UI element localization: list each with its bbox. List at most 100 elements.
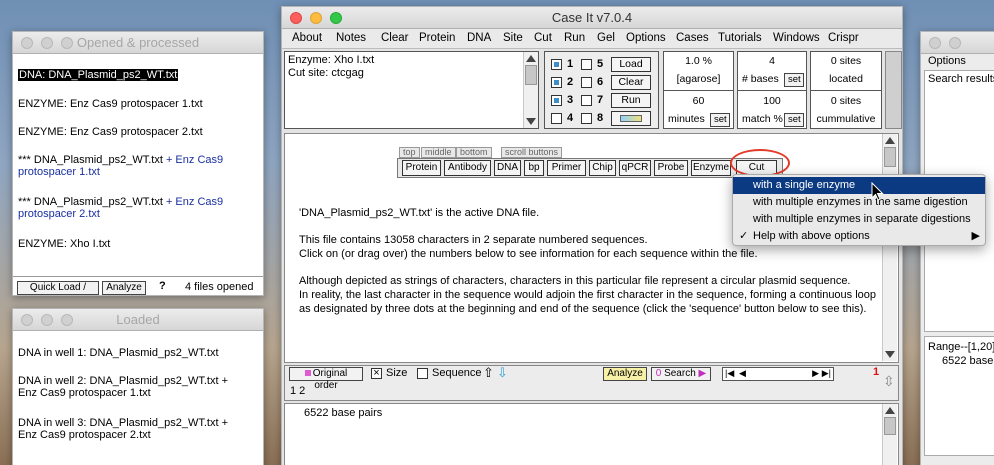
toolbar-probe-button[interactable]: Probe xyxy=(654,160,688,176)
menu-bar: About Notes Clear Protein DNA Site Cut R… xyxy=(282,29,902,49)
quick-load-run-button[interactable]: Quick Load / Run xyxy=(17,281,99,295)
toolbar-primer-button[interactable]: Primer xyxy=(547,160,586,176)
menu-item-single-enzyme[interactable]: with a single enzyme xyxy=(733,177,985,194)
well-1-checkbox[interactable] xyxy=(551,59,562,70)
base-label: 6522 base xyxy=(942,355,994,367)
toolbar-qpcr-button[interactable]: qPCR xyxy=(619,160,651,176)
sites-panel: 0 sites located 0 sites cummulative xyxy=(810,51,882,129)
up-arrow-icon[interactable]: ⇧ xyxy=(483,366,494,379)
list-item-dna-file[interactable]: DNA: DNA_Plasmid_ps2_WT.txt xyxy=(18,69,179,81)
opened-processed-window: Opened & processed DNA: DNA_Plasmid_ps2_… xyxy=(12,31,264,296)
menu-site[interactable]: Site xyxy=(503,32,523,44)
close-button[interactable] xyxy=(929,37,941,49)
menu-options[interactable]: Options xyxy=(626,32,666,44)
minimize-button[interactable] xyxy=(41,37,53,49)
match-value: 100 xyxy=(763,95,781,107)
checkmark-icon: ✓ xyxy=(739,230,749,242)
menu-cases[interactable]: Cases xyxy=(676,32,709,44)
match-set-button[interactable]: set xyxy=(784,113,804,127)
minutes-label: minutes xyxy=(668,113,705,125)
list-item-processed-2[interactable]: *** DNA_Plasmid_ps2_WT.txt + Enz Cas9 pr… xyxy=(18,196,223,220)
down-arrow-icon[interactable]: ⇩ xyxy=(497,366,508,379)
toolbar-protein-button[interactable]: Protein xyxy=(402,160,441,176)
minimize-button[interactable] xyxy=(41,314,53,326)
menu-gel[interactable]: Gel xyxy=(597,32,615,44)
well-7-checkbox[interactable] xyxy=(581,95,592,106)
sites-located-value: 0 sites xyxy=(830,55,862,67)
menu-notes[interactable]: Notes xyxy=(336,32,366,44)
close-button[interactable] xyxy=(290,12,302,24)
well-4-checkbox[interactable] xyxy=(551,113,562,124)
loaded-window: Loaded DNA in well 1: DNA_Plasmid_ps2_WT… xyxy=(12,308,264,465)
toolbar-enzyme-button[interactable]: Enzyme xyxy=(691,160,731,176)
run-button[interactable]: Run xyxy=(611,93,651,108)
zoom-button[interactable] xyxy=(61,314,73,326)
gel-view-button[interactable] xyxy=(611,111,651,126)
well-8-checkbox[interactable] xyxy=(581,113,592,124)
bases-set-button[interactable]: set xyxy=(784,73,804,87)
menu-cut[interactable]: Cut xyxy=(534,32,552,44)
search-button[interactable]: 0 Search ▶ xyxy=(651,367,711,381)
sequence-slider[interactable]: |◀ ◀ ▶ ▶| xyxy=(722,367,834,381)
minimize-button[interactable] xyxy=(310,12,322,24)
sequence-label: Sequence xyxy=(432,367,482,379)
content-scrollbar[interactable] xyxy=(882,134,897,361)
updown-icon[interactable]: ⇳ xyxy=(883,373,895,390)
analyze-sequence-button[interactable]: Analyze xyxy=(603,367,647,381)
menu-dna[interactable]: DNA xyxy=(467,32,491,44)
minutes-set-button[interactable]: set xyxy=(710,113,730,127)
menu-tutorials[interactable]: Tutorials xyxy=(718,32,762,44)
toolbar-chip-button[interactable]: Chip xyxy=(589,160,616,176)
list-item-processed-1[interactable]: *** DNA_Plasmid_ps2_WT.txt + Enz Cas9 pr… xyxy=(18,154,223,178)
load-button[interactable]: Load xyxy=(611,57,651,72)
info-scrollbar[interactable] xyxy=(523,52,538,128)
well-2-entry: DNA in well 2: DNA_Plasmid_ps2_WT.txt + E… xyxy=(18,375,228,399)
sequence-count: 1 xyxy=(873,366,880,378)
size-checkbox[interactable]: × xyxy=(371,368,382,379)
analyze-button[interactable]: Analyze xyxy=(102,281,146,295)
well-6-checkbox[interactable] xyxy=(581,77,592,88)
list-item-enzyme-xho[interactable]: ENZYME: Xho I.txt xyxy=(18,238,110,250)
enzyme-name: Enzyme: Xho I.txt xyxy=(288,54,375,66)
menu-item-help-options[interactable]: ✓ Help with above options ▶ xyxy=(733,228,985,245)
toolbar-bp-button[interactable]: bp xyxy=(524,160,544,176)
agarose-panel: 1.0 % [agarose] 60 minutes set xyxy=(663,51,734,129)
menu-item-multiple-separate-digestions[interactable]: with multiple enzymes in separate digest… xyxy=(733,211,985,228)
top-right-scrollbar[interactable] xyxy=(885,51,902,129)
minimize-button[interactable] xyxy=(949,37,961,49)
menu-clear[interactable]: Clear xyxy=(381,32,408,44)
well-1-entry: DNA in well 1: DNA_Plasmid_ps2_WT.txt xyxy=(18,347,219,359)
tab-scroll-buttons[interactable]: scroll buttons xyxy=(501,147,563,158)
list-item-enzyme-2[interactable]: ENZYME: Enz Cas9 protospacer 2.txt xyxy=(18,126,203,138)
options-label[interactable]: Options xyxy=(928,55,966,67)
zoom-button[interactable] xyxy=(330,12,342,24)
menu-windows[interactable]: Windows xyxy=(773,32,820,44)
toolbar-dna-button[interactable]: DNA xyxy=(494,160,521,176)
menu-item-multiple-same-digestion[interactable]: with multiple enzymes in the same digest… xyxy=(733,194,985,211)
menu-about[interactable]: About xyxy=(292,32,322,44)
menu-run[interactable]: Run xyxy=(564,32,585,44)
help-button[interactable]: ? xyxy=(159,280,166,292)
tab-bottom[interactable]: bottom xyxy=(456,147,492,158)
base-pairs-scrollbar[interactable] xyxy=(882,404,897,465)
sequence-checkbox[interactable] xyxy=(417,368,428,379)
sequence-numbers[interactable]: 1 2 xyxy=(290,385,305,397)
zoom-button[interactable] xyxy=(61,37,73,49)
menu-protein[interactable]: Protein xyxy=(419,32,455,44)
body-line-1: 'DNA_Plasmid_ps2_WT.txt' is the active D… xyxy=(299,207,540,219)
close-button[interactable] xyxy=(21,37,33,49)
close-button[interactable] xyxy=(21,314,33,326)
tab-top[interactable]: top xyxy=(399,147,420,158)
menu-crispr[interactable]: Crispr xyxy=(828,32,859,44)
well-3-checkbox[interactable] xyxy=(551,95,562,106)
search-results-label: Search results xyxy=(928,73,994,85)
well-2-checkbox[interactable] xyxy=(551,77,562,88)
original-order-button[interactable]: Original order xyxy=(289,367,363,391)
well-5-checkbox[interactable] xyxy=(581,59,592,70)
clear-button[interactable]: Clear xyxy=(611,75,651,90)
agarose-value: 1.0 % xyxy=(685,55,712,67)
toolbar-antibody-button[interactable]: Antibody xyxy=(444,160,491,176)
list-item-enzyme-1[interactable]: ENZYME: Enz Cas9 protospacer 1.txt xyxy=(18,98,203,110)
tab-middle[interactable]: middle xyxy=(421,147,456,158)
bases-value: 4 xyxy=(769,55,775,67)
